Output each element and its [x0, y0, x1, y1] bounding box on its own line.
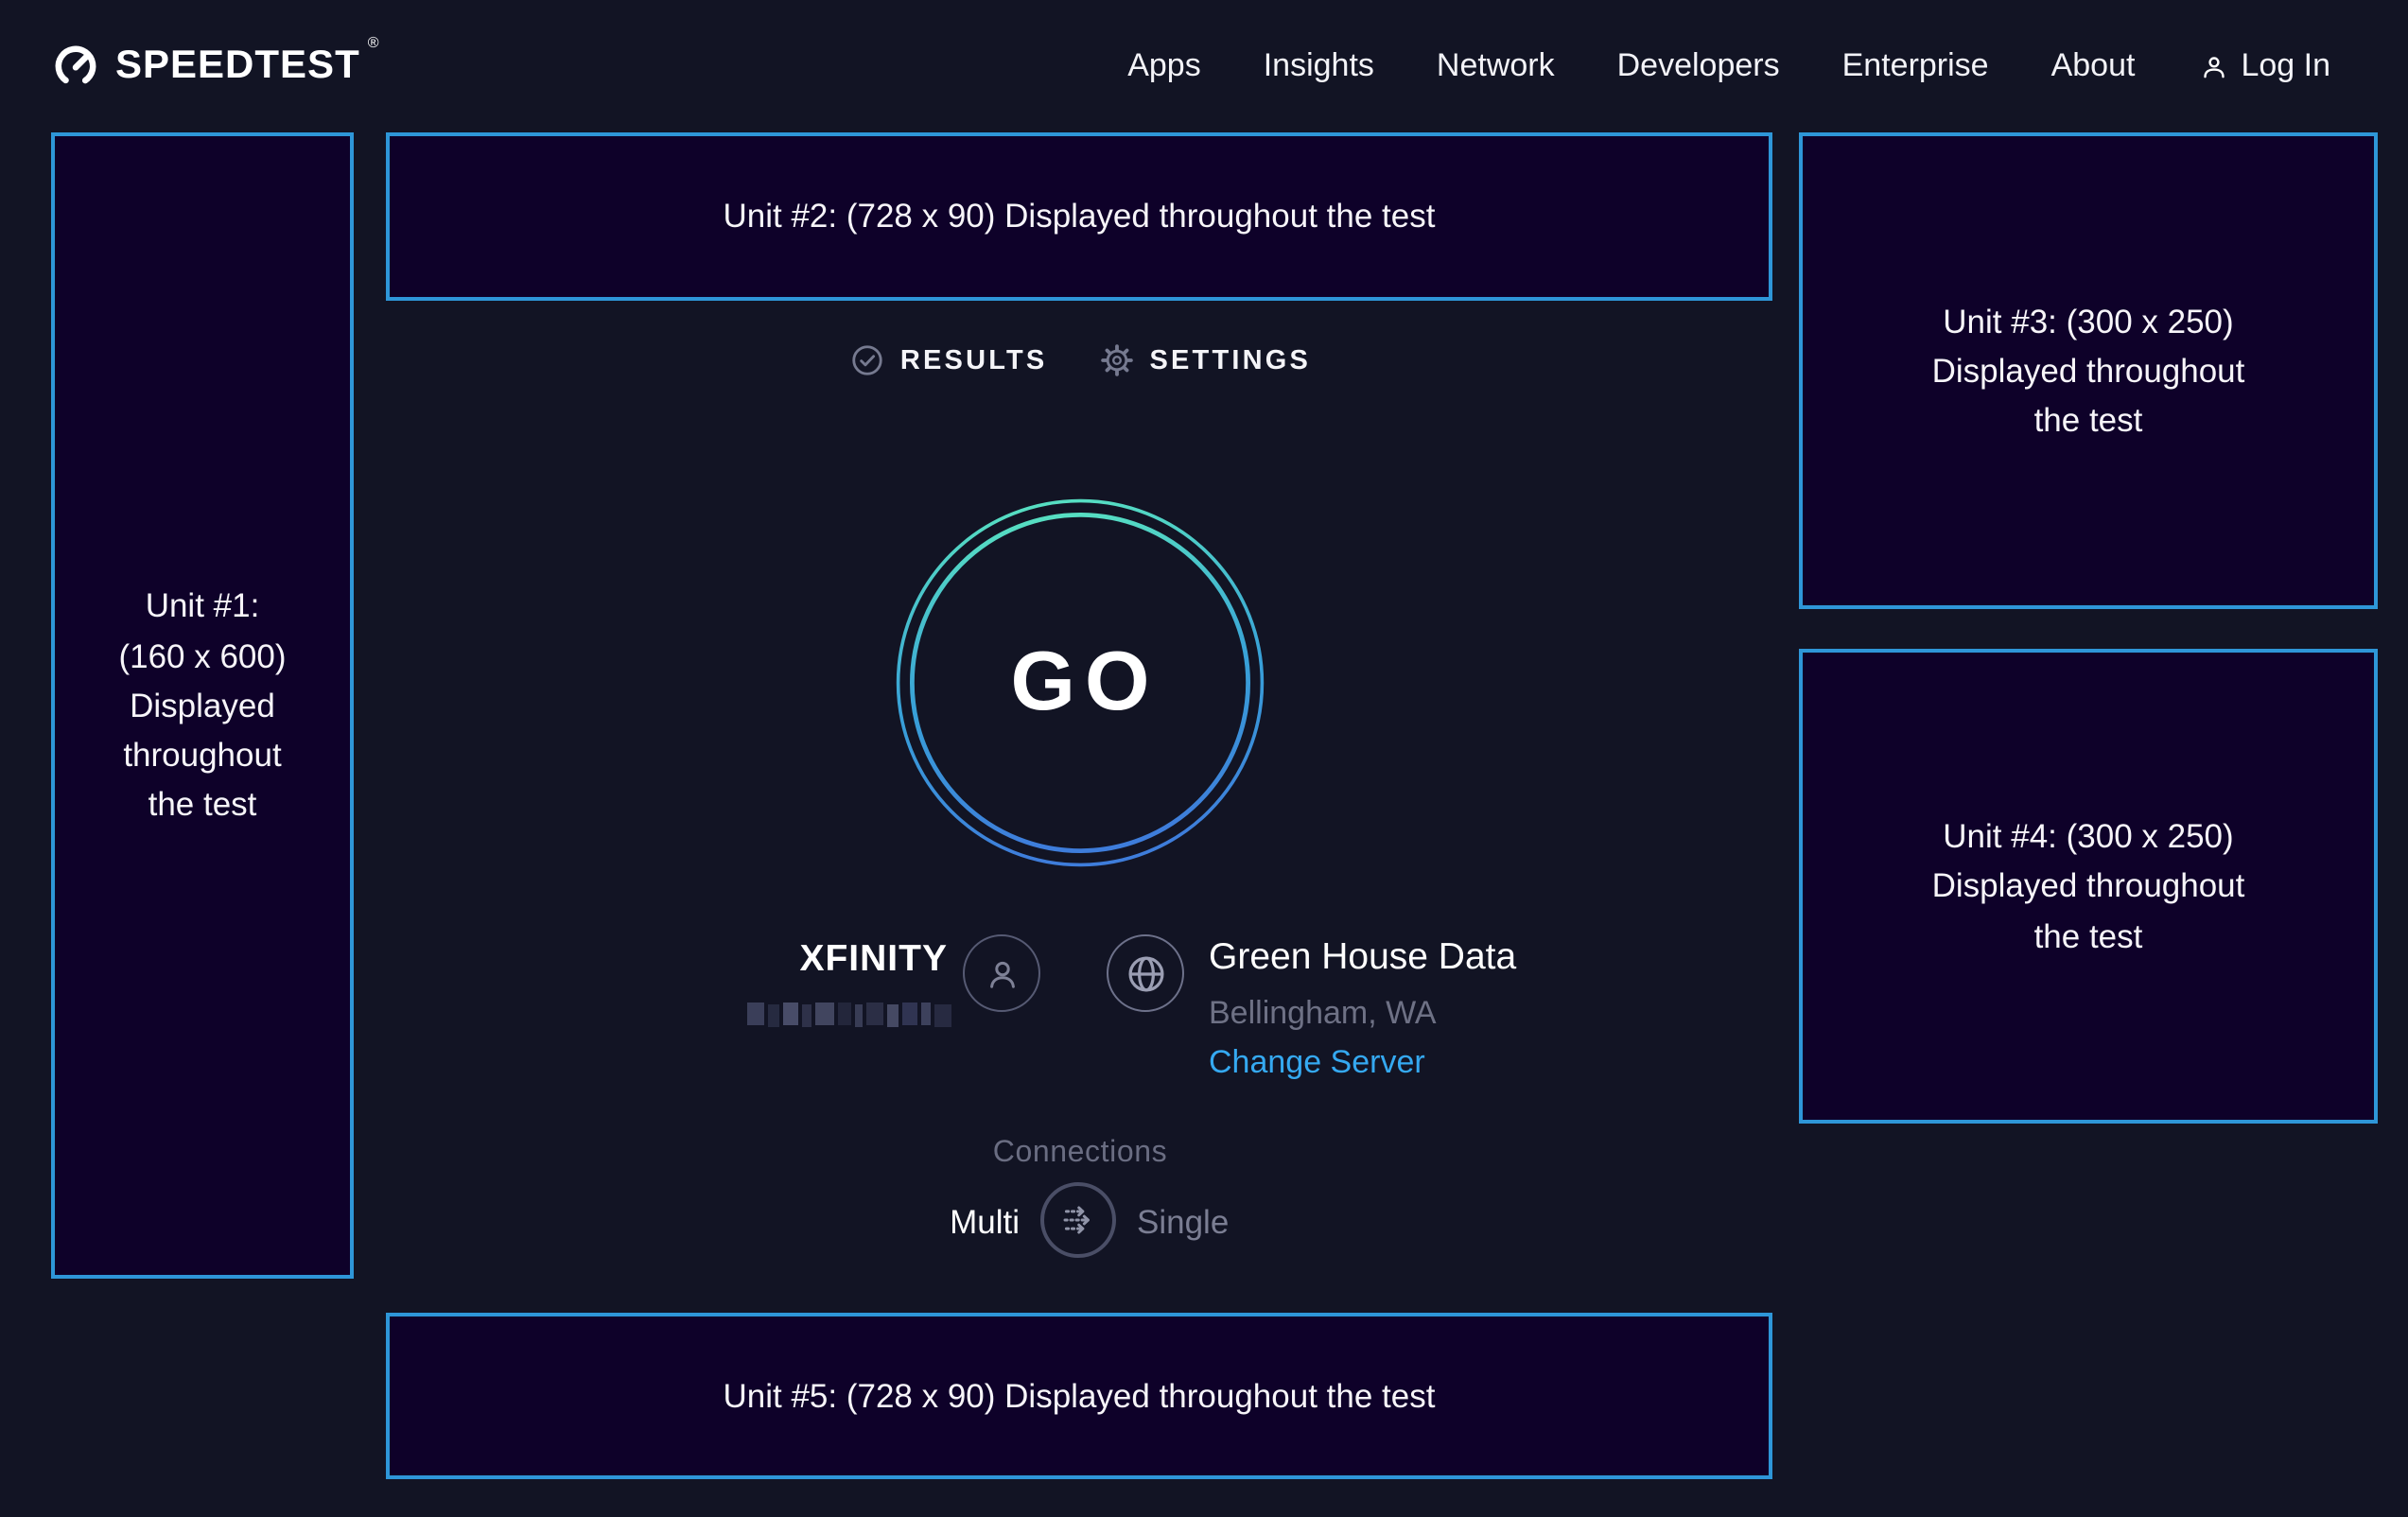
- globe-icon: [1121, 949, 1170, 998]
- ad-line: Unit #3: (300 x 250): [1932, 296, 2245, 346]
- go-button-label: GO: [895, 497, 1265, 868]
- ad-unit-1[interactable]: Unit #1: (160 x 600) Displayed throughou…: [51, 132, 354, 1279]
- tab-results-label: RESULTS: [900, 345, 1048, 375]
- ad-line: Displayed throughout: [1932, 346, 2245, 396]
- brand-name: SPEEDTEST: [115, 44, 360, 89]
- tab-settings[interactable]: SETTINGS: [1098, 342, 1311, 378]
- nav-item-developers[interactable]: Developers: [1617, 47, 1780, 85]
- multi-arrows-icon: [1052, 1194, 1105, 1247]
- check-circle-icon: [849, 342, 885, 378]
- isp-user-badge: [963, 934, 1040, 1012]
- ad-unit-2[interactable]: Unit #2: (728 x 90) Displayed throughout…: [386, 132, 1772, 301]
- ad-unit-1-text: Unit #1: (160 x 600) Displayed throughou…: [118, 582, 286, 830]
- ad-unit-3-text: Unit #3: (300 x 250) Displayed throughou…: [1932, 296, 2245, 445]
- tab-settings-label: SETTINGS: [1149, 345, 1311, 375]
- user-icon: [979, 950, 1024, 996]
- ad-line: (160 x 600): [118, 631, 286, 681]
- server-globe-badge: [1107, 934, 1184, 1012]
- go-button[interactable]: GO: [895, 497, 1265, 868]
- ad-unit-4[interactable]: Unit #4: (300 x 250) Displayed throughou…: [1799, 649, 2378, 1124]
- speedtest-logo[interactable]: SPEEDTEST ®: [51, 0, 379, 132]
- login-label: Log In: [2241, 47, 2330, 85]
- ad-line: the test: [118, 780, 286, 830]
- ip-address-redacted: [747, 1003, 951, 1029]
- server-location: Bellingham, WA: [1209, 995, 1437, 1033]
- ad-unit-5-text: Unit #5: (728 x 90) Displayed throughout…: [724, 1371, 1436, 1421]
- login-button[interactable]: Log In: [2197, 47, 2330, 85]
- connections-label: Connections: [891, 1137, 1269, 1171]
- nav-item-enterprise[interactable]: Enterprise: [1842, 47, 1989, 85]
- nav-item-network[interactable]: Network: [1437, 47, 1555, 85]
- ad-line: Displayed throughout: [1932, 862, 2245, 912]
- ad-unit-3[interactable]: Unit #3: (300 x 250) Displayed throughou…: [1799, 132, 2378, 609]
- change-server-link[interactable]: Change Server: [1209, 1044, 1425, 1082]
- gear-icon: [1098, 342, 1134, 378]
- trademark-symbol: ®: [368, 34, 379, 51]
- ad-unit-2-text: Unit #2: (728 x 90) Displayed throughout…: [724, 192, 1436, 242]
- ad-line: Unit #1:: [118, 582, 286, 632]
- main-nav: Apps Insights Network Developers Enterpr…: [1127, 0, 2330, 132]
- ad-line: throughout: [118, 730, 286, 780]
- connections-multi-option[interactable]: Multi: [950, 1203, 1020, 1243]
- server-name: Green House Data: [1209, 936, 1516, 980]
- nav-item-about[interactable]: About: [2051, 47, 2136, 85]
- user-icon: [2197, 50, 2229, 82]
- connections-single-option[interactable]: Single: [1137, 1203, 1229, 1243]
- isp-name: XFINITY: [799, 938, 948, 982]
- tabs-bar: RESULTS SETTINGS: [777, 342, 1383, 378]
- ad-line: the test: [1932, 395, 2245, 445]
- nav-item-insights[interactable]: Insights: [1264, 47, 1374, 85]
- speedometer-icon: [51, 42, 100, 91]
- nav-item-apps[interactable]: Apps: [1127, 47, 1201, 85]
- speedtest-page: SPEEDTEST ® Apps Insights Network Develo…: [0, 0, 2408, 1517]
- tab-results[interactable]: RESULTS: [849, 342, 1048, 378]
- ad-unit-5[interactable]: Unit #5: (728 x 90) Displayed throughout…: [386, 1313, 1772, 1479]
- ad-line: Unit #4: (300 x 250): [1932, 811, 2245, 862]
- header: SPEEDTEST ® Apps Insights Network Develo…: [0, 0, 2408, 132]
- connections-toggle[interactable]: [1040, 1182, 1116, 1258]
- ad-unit-4-text: Unit #4: (300 x 250) Displayed throughou…: [1932, 811, 2245, 961]
- ad-line: Displayed: [118, 681, 286, 731]
- ad-line: the test: [1932, 911, 2245, 961]
